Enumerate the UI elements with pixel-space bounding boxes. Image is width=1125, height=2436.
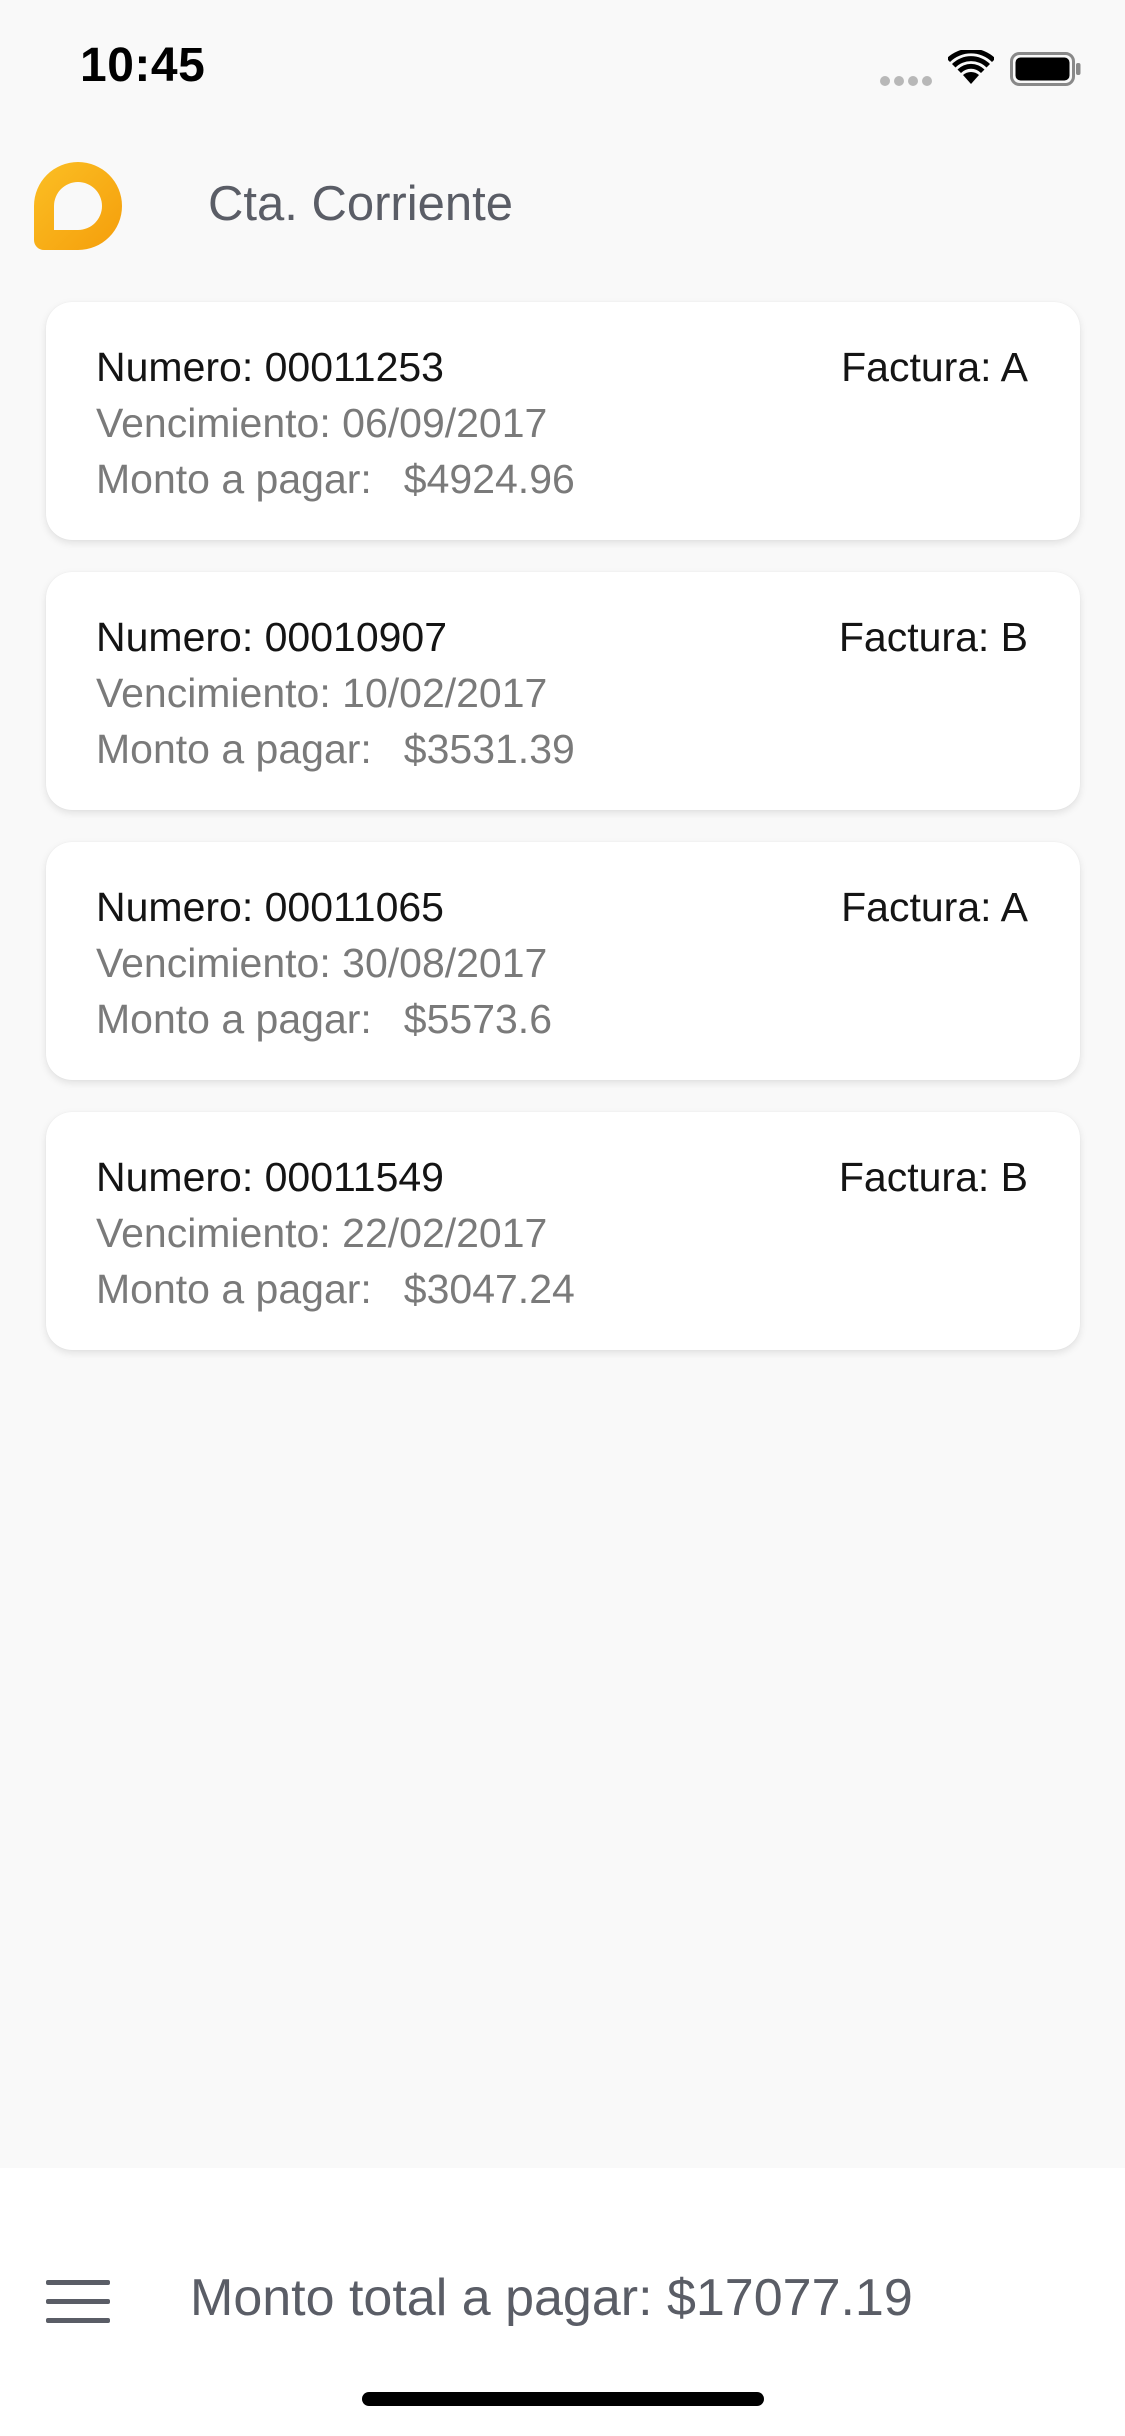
invoice-amount: $5573.6 (403, 996, 553, 1042)
invoice-amount-row: Monto a pagar: $4924.96 (96, 456, 575, 503)
page-title: Cta. Corriente (208, 177, 514, 231)
invoice-number: Numero: 00011549 (96, 1154, 444, 1200)
app-header: Cta. Corriente (0, 132, 1125, 282)
total-amount: Monto total a pagar: $17077.19 (190, 2269, 913, 2327)
invoice-type: Factura: A (841, 884, 1028, 930)
invoice-amount-row: Monto a pagar: $5573.6 (96, 996, 552, 1043)
invoice-amount-row: Monto a pagar: $3531.39 (96, 726, 575, 773)
hamburger-menu-icon[interactable] (46, 2280, 110, 2324)
app-logo-icon (34, 162, 122, 250)
invoice-type: Factura: B (838, 614, 1028, 660)
invoice-card[interactable]: Numero: 00011253 Factura: A Vencimiento:… (46, 302, 1080, 540)
status-time: 10:45 (80, 39, 206, 92)
invoice-type: Factura: B (838, 1154, 1028, 1200)
battery-icon (1010, 52, 1081, 86)
invoice-card[interactable]: Numero: 00010907 Factura: B Vencimiento:… (46, 572, 1080, 810)
invoice-amount-row: Monto a pagar: $3047.24 (96, 1266, 575, 1313)
invoice-type: Factura: A (841, 344, 1028, 390)
invoice-number: Numero: 00010907 (96, 614, 448, 660)
invoice-amount-label: Monto a pagar: (96, 456, 372, 502)
invoice-due-date: Vencimiento: 10/02/2017 (96, 670, 548, 716)
invoice-amount-label: Monto a pagar: (96, 1266, 372, 1312)
invoice-amount: $3531.39 (403, 726, 575, 772)
status-bar: 10:45 (0, 0, 1125, 132)
invoice-number: Numero: 00011253 (96, 344, 444, 390)
invoice-number: Numero: 00011065 (96, 884, 444, 930)
invoice-amount-label: Monto a pagar: (96, 996, 372, 1042)
invoice-due-date: Vencimiento: 22/02/2017 (96, 1210, 548, 1256)
invoice-due-date: Vencimiento: 06/09/2017 (96, 400, 548, 446)
invoice-due-date: Vencimiento: 30/08/2017 (96, 940, 548, 986)
invoice-amount: $3047.24 (403, 1266, 575, 1312)
invoice-card[interactable]: Numero: 00011549 Factura: B Vencimiento:… (46, 1112, 1080, 1350)
home-indicator[interactable] (362, 2392, 764, 2406)
invoice-amount: $4924.96 (403, 456, 575, 502)
cellular-signal-icon (880, 76, 934, 86)
invoice-amount-label: Monto a pagar: (96, 726, 372, 772)
wifi-icon (948, 50, 994, 84)
invoice-card[interactable]: Numero: 00011065 Factura: A Vencimiento:… (46, 842, 1080, 1080)
